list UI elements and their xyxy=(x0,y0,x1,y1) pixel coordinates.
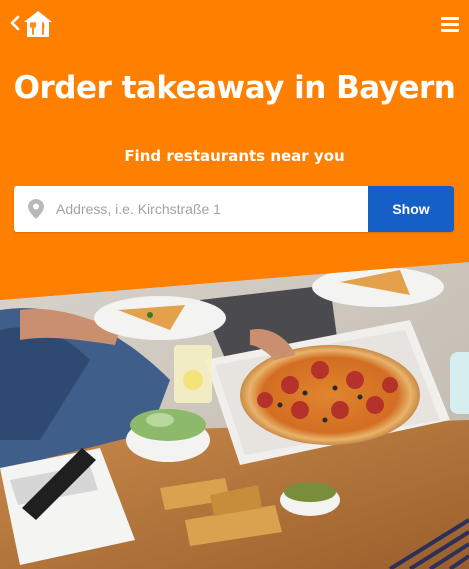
address-input[interactable] xyxy=(56,186,366,232)
location-pin-icon xyxy=(28,199,44,219)
address-search-bar: Show xyxy=(14,186,454,232)
hero-subtitle: Find restaurants near you xyxy=(124,147,345,165)
house-with-fork-knife-logo xyxy=(24,11,52,37)
chevron-left-icon xyxy=(10,15,20,31)
show-button[interactable]: Show xyxy=(368,186,454,232)
top-bar xyxy=(0,0,469,46)
page: Order takeaway in Bayern Find restaurant… xyxy=(0,0,469,569)
menu-button[interactable] xyxy=(441,16,459,32)
app-logo[interactable] xyxy=(22,9,54,39)
hero-title: Order takeaway in Bayern xyxy=(13,70,456,106)
back-button[interactable] xyxy=(8,12,22,34)
hamburger-menu-icon xyxy=(441,17,459,32)
